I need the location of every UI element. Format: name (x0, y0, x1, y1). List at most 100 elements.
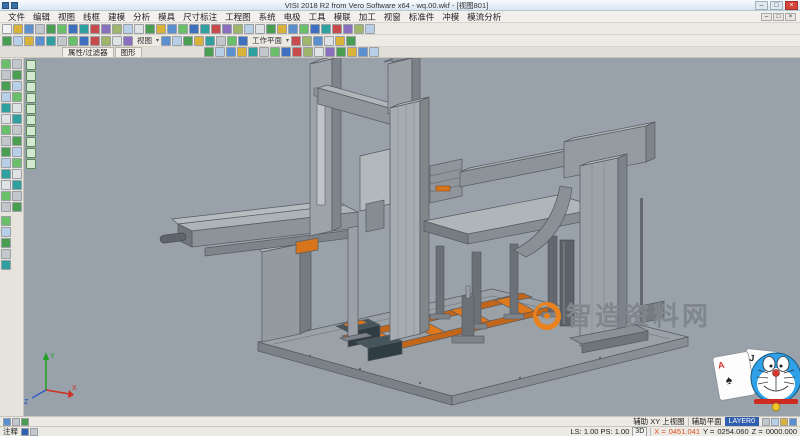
menu-item[interactable]: 分析 (129, 11, 154, 23)
quick-access-icon[interactable] (11, 2, 18, 9)
row3-icon-16[interactable] (369, 47, 379, 57)
toolbar1-icon-34[interactable] (365, 24, 375, 34)
toolbar1-icon-33[interactable] (354, 24, 364, 34)
dock-icon-31[interactable] (1, 238, 11, 248)
chevron-down-icon[interactable]: ▾ (286, 37, 289, 44)
row3-icon-8[interactable] (281, 47, 291, 57)
undo-icon[interactable] (46, 24, 56, 34)
toolbar2-icon-2[interactable] (13, 36, 23, 46)
workplane-icon-4[interactable] (324, 36, 334, 46)
toolbar1-icon-25[interactable] (266, 24, 276, 34)
toolbar1-icon-24[interactable] (255, 24, 265, 34)
toolbar2-icon-6[interactable] (57, 36, 67, 46)
child-restore-button[interactable]: □ (773, 13, 784, 21)
dock-icon-7[interactable] (1, 125, 11, 135)
status-icon-3[interactable] (21, 418, 29, 426)
menu-item[interactable]: 视图 (54, 11, 79, 23)
dock-icon-10[interactable] (1, 158, 11, 168)
workplane-icon-6[interactable] (346, 36, 356, 46)
dock-icon-13[interactable] (1, 191, 11, 201)
menu-item[interactable]: 系统 (255, 11, 280, 23)
dock-icon-3[interactable] (1, 81, 11, 91)
dock-icon-22[interactable] (12, 136, 22, 146)
toolbar1-icon-10[interactable] (101, 24, 111, 34)
dock-icon-18[interactable] (12, 92, 22, 102)
toolbar1-icon-17[interactable] (178, 24, 188, 34)
menu-item[interactable]: 编辑 (29, 11, 54, 23)
dock-icon-9[interactable] (1, 147, 11, 157)
toolbar1-icon-11[interactable] (112, 24, 122, 34)
toolbar1-icon-19[interactable] (200, 24, 210, 34)
toolbar1-icon-12[interactable] (123, 24, 133, 34)
workplane-group-label[interactable]: 工作平面 (250, 35, 284, 46)
menu-item[interactable]: 工具 (305, 11, 330, 23)
status-icon-1[interactable] (3, 418, 11, 426)
toolbar1-icon-13[interactable] (134, 24, 144, 34)
rotate-icon[interactable] (238, 36, 248, 46)
row3-icon-9[interactable] (292, 47, 302, 57)
vstrip-icon-7[interactable] (26, 126, 36, 136)
menu-item[interactable]: 线框 (79, 11, 104, 23)
save-icon[interactable] (24, 24, 34, 34)
vstrip-icon-6[interactable] (26, 115, 36, 125)
redo-icon[interactable] (57, 24, 67, 34)
menu-item[interactable]: 视窗 (380, 11, 405, 23)
toolbar1-icon-14[interactable] (145, 24, 155, 34)
minimize-button[interactable]: – (755, 1, 768, 10)
dock-icon-17[interactable] (12, 81, 22, 91)
toolbar2-icon-3[interactable] (24, 36, 34, 46)
dock-icon-24[interactable] (12, 158, 22, 168)
view-iso-icon[interactable] (161, 36, 171, 46)
layer-selector[interactable]: LAYER0 (725, 417, 759, 426)
chevron-down-icon[interactable]: ▾ (156, 37, 159, 44)
row3-icon-12[interactable] (325, 47, 335, 57)
toolbar1-icon-28[interactable] (299, 24, 309, 34)
menu-item[interactable]: 尺寸标注 (179, 11, 221, 23)
status-icon-8[interactable] (21, 428, 29, 436)
toolbar2-icon-9[interactable] (90, 36, 100, 46)
row3-icon-2[interactable] (215, 47, 225, 57)
menu-item[interactable]: 模具 (154, 11, 179, 23)
dock-icon-14[interactable] (1, 202, 11, 212)
workplane-icon-2[interactable] (302, 36, 312, 46)
vstrip-icon-8[interactable] (26, 137, 36, 147)
row3-icon-13[interactable] (336, 47, 346, 57)
vstrip-icon-10[interactable] (26, 159, 36, 169)
toolbar1-icon-18[interactable] (189, 24, 199, 34)
dock-icon-25[interactable] (12, 169, 22, 179)
row3-icon-10[interactable] (303, 47, 313, 57)
child-minimize-button[interactable]: – (761, 13, 772, 21)
toolbar1-icon-30[interactable] (321, 24, 331, 34)
menu-item[interactable]: 冲模 (438, 11, 463, 23)
view-top-icon[interactable] (172, 36, 182, 46)
menu-item[interactable]: 电极 (280, 11, 305, 23)
toolbar1-icon-22[interactable] (233, 24, 243, 34)
view-right-icon[interactable] (194, 36, 204, 46)
view-front-icon[interactable] (183, 36, 193, 46)
menu-item[interactable]: 模流分析 (463, 11, 505, 23)
workplane-icon-1[interactable] (291, 36, 301, 46)
open-icon[interactable] (13, 24, 23, 34)
row3-icon-5[interactable] (248, 47, 258, 57)
status-icon-7[interactable] (789, 418, 797, 426)
pan-icon[interactable] (227, 36, 237, 46)
dock-icon-32[interactable] (1, 249, 11, 259)
toolbar2-icon-10[interactable] (101, 36, 111, 46)
vstrip-icon-1[interactable] (26, 60, 36, 70)
status-icon-9[interactable] (30, 428, 38, 436)
toolbar2-icon-5[interactable] (46, 36, 56, 46)
dock-icon-29[interactable] (1, 216, 11, 226)
vstrip-icon-9[interactable] (26, 148, 36, 158)
toolbar1-icon-32[interactable] (343, 24, 353, 34)
toolbar1-icon-16[interactable] (167, 24, 177, 34)
row3-icon-3[interactable] (226, 47, 236, 57)
new-file-icon[interactable] (2, 24, 12, 34)
vstrip-icon-5[interactable] (26, 104, 36, 114)
dock-icon-11[interactable] (1, 169, 11, 179)
print-icon[interactable] (35, 24, 45, 34)
dock-icon-28[interactable] (12, 202, 22, 212)
status-icon-6[interactable] (780, 418, 788, 426)
menu-item[interactable]: 工程图 (221, 11, 255, 23)
zoom-fit-icon[interactable] (205, 36, 215, 46)
workplane-icon-5[interactable] (335, 36, 345, 46)
